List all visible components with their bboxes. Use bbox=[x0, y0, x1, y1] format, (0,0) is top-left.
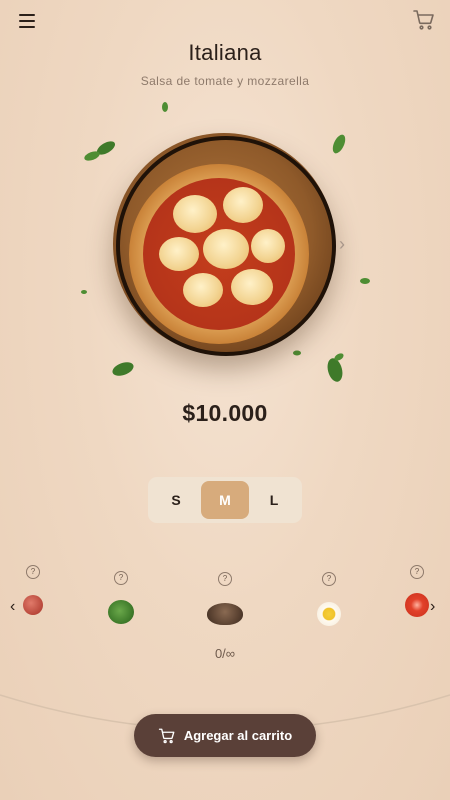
hamburger-menu-icon[interactable] bbox=[14, 10, 40, 32]
basil-leaf-icon bbox=[112, 362, 134, 376]
size-button-s[interactable]: S bbox=[152, 481, 200, 519]
size-button-m[interactable]: M bbox=[201, 481, 249, 519]
help-icon[interactable]: ? bbox=[410, 565, 424, 579]
topping-ground-beef[interactable]: ? bbox=[206, 572, 244, 625]
spinach-icon bbox=[108, 600, 134, 624]
size-selector: S M L bbox=[148, 477, 302, 523]
product-title: Italiana bbox=[188, 40, 262, 65]
basil-leaf-icon bbox=[360, 278, 370, 284]
add-to-cart-button[interactable]: Agregar al carrito bbox=[134, 714, 316, 757]
product-description: Salsa de tomate y mozzarella bbox=[140, 74, 310, 88]
topping-tomato[interactable]: ? bbox=[405, 565, 429, 617]
topping-egg[interactable]: ? bbox=[316, 572, 342, 626]
size-button-l[interactable]: L bbox=[250, 481, 298, 519]
help-icon[interactable]: ? bbox=[322, 572, 336, 586]
next-pizza-chevron-icon[interactable]: › bbox=[339, 234, 345, 255]
toppings-counter: 0/∞ bbox=[214, 646, 236, 661]
basil-leaf-icon bbox=[327, 353, 344, 382]
basil-leaf-icon bbox=[162, 102, 168, 112]
pepperoni-icon bbox=[23, 595, 43, 615]
egg-icon bbox=[317, 602, 341, 626]
topping-spinach[interactable]: ? bbox=[106, 571, 136, 624]
help-icon[interactable]: ? bbox=[114, 571, 128, 585]
shopping-cart-icon bbox=[158, 728, 175, 743]
shopping-cart-icon[interactable] bbox=[412, 8, 436, 32]
tomato-icon bbox=[405, 593, 429, 617]
add-to-cart-label: Agregar al carrito bbox=[183, 728, 293, 743]
pizza-image bbox=[113, 133, 336, 356]
basil-leaf-icon bbox=[81, 290, 87, 294]
toppings-next-chevron-icon[interactable]: › bbox=[430, 598, 435, 616]
toppings-prev-chevron-icon[interactable]: ‹ bbox=[10, 598, 15, 616]
product-price: $10.000 bbox=[182, 400, 268, 426]
help-icon[interactable]: ? bbox=[26, 565, 40, 579]
topping-pepperoni[interactable]: ? bbox=[22, 565, 44, 615]
help-icon[interactable]: ? bbox=[218, 572, 232, 586]
ground-beef-icon bbox=[207, 603, 243, 625]
